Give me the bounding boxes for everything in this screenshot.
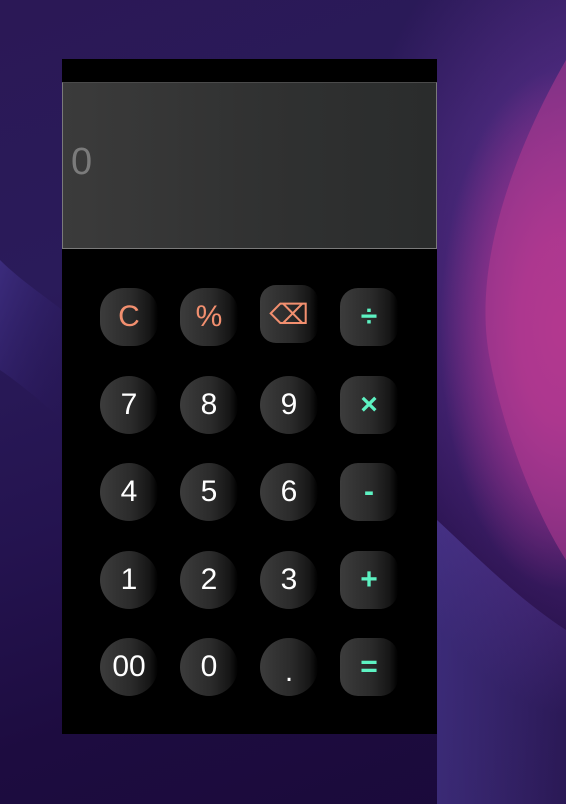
add-button[interactable]: + [340,551,398,609]
decimal-button[interactable]: . [260,638,318,696]
double-zero-button[interactable]: 00 [100,638,158,696]
divide-button[interactable]: ÷ [340,288,398,346]
digit-5-button[interactable]: 5 [180,463,238,521]
clear-button[interactable]: C [100,288,158,346]
digit-7-button[interactable]: 7 [100,376,158,434]
digit-2-button[interactable]: 2 [180,551,238,609]
digit-9-button[interactable]: 9 [260,376,318,434]
display-value: 0 [71,141,93,183]
calculator: 0 C % ⌫ ÷ 7 8 9 × 4 5 6 - 1 2 3 + 00 0 .… [62,59,437,734]
display: 0 [62,82,437,249]
equals-button[interactable]: = [340,638,398,696]
digit-3-button[interactable]: 3 [260,551,318,609]
digit-0-button[interactable]: 0 [180,638,238,696]
backspace-button[interactable]: ⌫ [260,285,318,343]
percent-button[interactable]: % [180,288,238,346]
digit-4-button[interactable]: 4 [100,463,158,521]
digit-8-button[interactable]: 8 [180,376,238,434]
digit-6-button[interactable]: 6 [260,463,318,521]
digit-1-button[interactable]: 1 [100,551,158,609]
multiply-button[interactable]: × [340,376,398,434]
subtract-button[interactable]: - [340,463,398,521]
